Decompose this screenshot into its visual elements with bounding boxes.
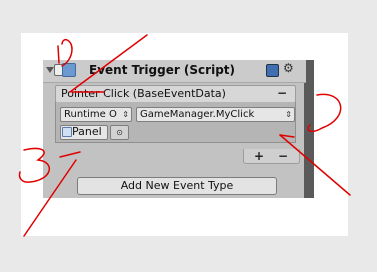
target-object-label: Panel	[72, 125, 102, 138]
dropdown-arrows-icon: ⇕	[285, 110, 292, 119]
help-book-icon[interactable]	[266, 64, 279, 77]
add-new-event-type-button[interactable]: Add New Event Type	[77, 177, 277, 195]
method-value: GameManager.MyClick	[140, 109, 255, 120]
method-dropdown[interactable]: GameManager.MyClick ⇕	[136, 107, 295, 122]
script-icon	[62, 63, 76, 77]
rect-transform-icon	[62, 127, 72, 137]
call-state-value: Runtime O	[64, 109, 117, 120]
remove-event-button[interactable]: −	[277, 85, 287, 101]
foldout-arrow-icon[interactable]	[46, 67, 54, 73]
add-listener-button[interactable]: +	[254, 148, 264, 164]
event-entry-title: Pointer Click (BaseEventData)	[61, 87, 226, 100]
component-title: Event Trigger (Script)	[89, 63, 236, 77]
gear-icon[interactable]: ⚙	[283, 61, 294, 75]
call-state-dropdown[interactable]: Runtime O ⇕	[60, 107, 132, 122]
dropdown-arrows-icon: ⇕	[122, 110, 129, 119]
object-picker-button[interactable]: ⊙	[110, 125, 129, 140]
remove-listener-button[interactable]: −	[278, 148, 288, 164]
list-footer	[243, 149, 300, 164]
